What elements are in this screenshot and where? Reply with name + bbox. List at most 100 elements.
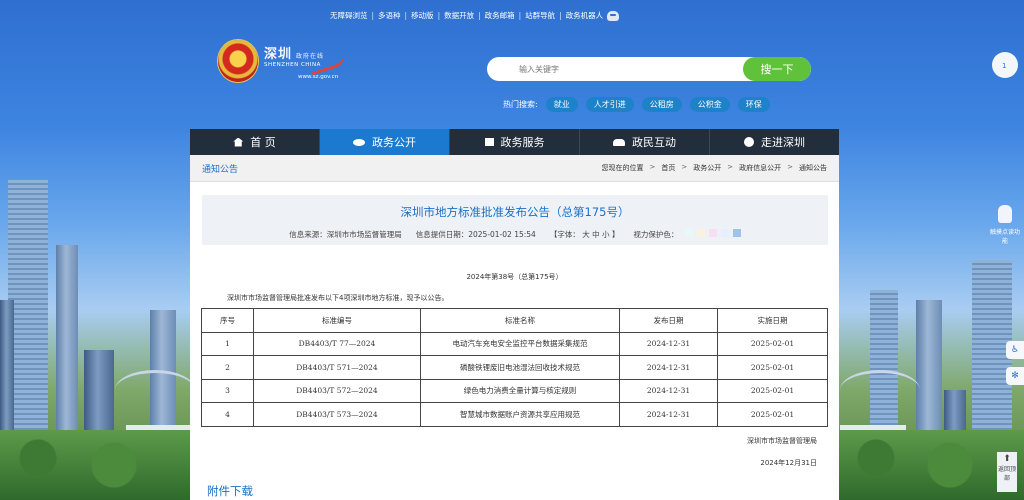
- link-accessibility[interactable]: 无障碍浏览: [330, 10, 368, 21]
- link-mobile[interactable]: 移动版: [411, 10, 434, 21]
- cell-name: 智慧城市数据账户资源共享应用规范: [420, 402, 620, 427]
- nav-about-shenzhen[interactable]: 走进深圳: [710, 129, 839, 155]
- cell-no: 4: [201, 402, 254, 427]
- nav-gov-service[interactable]: 政务服务: [450, 129, 580, 155]
- cell-release: 2024-12-31: [619, 355, 718, 380]
- sign-date: 2024年12月31日: [760, 459, 817, 467]
- nav-home[interactable]: 首 页: [190, 129, 320, 155]
- cell-name: 电动汽车充电安全监控平台数据采集规范: [420, 331, 620, 356]
- cell-no: 3: [201, 378, 254, 403]
- arrow-up-icon: ⬆: [1003, 454, 1011, 464]
- color-swatch-4[interactable]: [720, 229, 729, 237]
- color-swatch-5[interactable]: [732, 229, 741, 237]
- search-button[interactable]: 搜一下: [743, 57, 811, 81]
- hot-search: 热门搜索: 就业 人才引进 公租房 公积金 环保: [503, 97, 770, 112]
- back-to-top-label: 返回顶部: [997, 466, 1016, 482]
- nav-gov-affairs[interactable]: 政务公开: [320, 129, 450, 155]
- cell-name: 磷酸铁锂废旧电池湿法回收技术规范: [420, 355, 620, 380]
- nav-home-label: 首 页: [250, 136, 276, 149]
- doc-intro: 深圳市市场监督管理局批准发布以下4项深圳市地方标准，现予以公告。: [227, 294, 449, 302]
- hot-tag-talent[interactable]: 人才引进: [585, 97, 634, 112]
- attachment-download[interactable]: 附件下载: [207, 483, 253, 499]
- hand-icon: [998, 205, 1012, 223]
- crumb-home[interactable]: 首页: [661, 163, 675, 173]
- cell-effective: 2025-02-01: [717, 331, 828, 356]
- article-header: 深圳市地方标准批准发布公告（总第175号） 信息来源：深圳市市场监督管理局 信息…: [202, 195, 828, 245]
- cell-release: 2024-12-31: [619, 331, 718, 356]
- article-source: 信息来源：深圳市市场监督管理局: [289, 230, 402, 239]
- logo-url: www.sz.gov.cn: [298, 73, 339, 80]
- article-date: 信息提供日期：2025-01-02 15:54: [415, 230, 536, 239]
- link-languages[interactable]: 多语种: [378, 10, 401, 21]
- signature: 深圳市市场监督管理局: [747, 437, 817, 445]
- search-bar: 搜一下: [487, 57, 811, 81]
- nav-gov-service-label: 政务服务: [500, 136, 545, 149]
- section-title: 通知公告: [202, 164, 239, 175]
- hot-search-label: 热门搜索:: [503, 100, 538, 109]
- cell-no: 1: [201, 331, 254, 356]
- table-row: 2 DB4403/T 571—2024 磷酸铁锂废旧电池湿法回收技术规范 202…: [201, 355, 828, 380]
- font-size-control[interactable]: 【字体： 大 中 小 】: [550, 229, 620, 240]
- share-icon[interactable]: ✻: [1006, 367, 1024, 385]
- breadcrumb: 通知公告 您现在的位置 > 首页 > 政务公开 > 政府信息公开 > 通知公告: [190, 155, 839, 182]
- crumb-notices[interactable]: 通知公告: [799, 163, 827, 173]
- color-swatch-3[interactable]: [708, 229, 717, 237]
- back-to-top-button[interactable]: ⬆ 返回顶部: [997, 452, 1017, 492]
- header-name: 标准名称: [420, 308, 620, 333]
- site-logo[interactable]: 深圳 政府在线 SHENZHEN CHINA www.sz.gov.cn: [218, 40, 347, 82]
- logo-cn: 深圳: [264, 46, 293, 62]
- cell-code: DB4403/T 77—2024: [253, 331, 421, 356]
- link-gov-mail[interactable]: 政务邮箱: [485, 10, 515, 21]
- header-no: 序号: [201, 308, 254, 333]
- accessibility-icon[interactable]: ♿: [1006, 341, 1024, 359]
- cell-release: 2024-12-31: [619, 378, 718, 403]
- main-nav: 首 页 政务公开 政务服务 政民互动 走进深圳: [190, 129, 839, 155]
- nav-gov-affairs-label: 政务公开: [372, 136, 416, 149]
- link-open-data[interactable]: 数据开放: [444, 10, 474, 21]
- article-title: 深圳市地方标准批准发布公告（总第175号）: [400, 205, 630, 219]
- nav-about-shenzhen-label: 走进深圳: [761, 136, 805, 149]
- link-site-nav[interactable]: 站群导航: [525, 10, 555, 21]
- hot-tag-jobs[interactable]: 就业: [545, 97, 578, 112]
- cell-release: 2024-12-31: [619, 402, 718, 427]
- table-header-row: 序号 标准编号 标准名称 发布日期 实施日期: [201, 308, 828, 333]
- national-emblem-icon: [218, 40, 258, 82]
- link-gov-robot[interactable]: 政务机器人: [566, 10, 604, 21]
- cell-name: 绿色电力消费全量计算与核定规则: [420, 378, 620, 403]
- article-content: 深圳市地方标准批准发布公告（总第175号） 信息来源：深圳市市场监督管理局 信息…: [190, 182, 839, 500]
- cell-code: DB4403/T 571—2024: [253, 355, 421, 380]
- hot-tag-housing-fund[interactable]: 公积金: [689, 97, 730, 112]
- search-input[interactable]: [487, 57, 743, 81]
- cell-no: 2: [201, 355, 254, 380]
- cell-effective: 2025-02-01: [717, 378, 828, 403]
- top-links: 无障碍浏览 | 多语种 | 移动版 | 数据开放 | 政务邮箱 | 站群导航 | 政务机器人: [330, 10, 620, 21]
- nav-interaction-label: 政民互动: [632, 136, 676, 149]
- nav-interaction[interactable]: 政民互动: [580, 129, 710, 155]
- eye-icon: [353, 138, 365, 146]
- header-effective: 实施日期: [717, 308, 828, 333]
- hot-tag-public-housing[interactable]: 公租房: [641, 97, 682, 112]
- table-row: 4 DB4403/T 573—2024 智慧城市数据账户资源共享应用规范 202…: [201, 402, 828, 427]
- table-row: 1 DB4403/T 77—2024 电动汽车充电安全监控平台数据采集规范 20…: [201, 331, 828, 356]
- color-swatch-1[interactable]: [684, 229, 693, 237]
- robot-assistant-icon[interactable]: [992, 52, 1018, 78]
- touch-read-widget[interactable]: 触摸点读功能: [990, 205, 1020, 249]
- header-code: 标准编号: [253, 308, 421, 333]
- info-icon: [744, 137, 754, 147]
- logo-cn-small: 政府在线: [296, 52, 325, 60]
- people-icon: [613, 138, 625, 146]
- color-swatch-2[interactable]: [696, 229, 705, 237]
- standards-table: 序号 标准编号 标准名称 发布日期 实施日期 1 DB4403/T 77—202…: [201, 308, 828, 427]
- hot-tag-environment[interactable]: 环保: [737, 97, 770, 112]
- crumb-info-disclosure[interactable]: 政府信息公开: [739, 163, 781, 173]
- crumb-gov-affairs[interactable]: 政务公开: [693, 163, 721, 173]
- monitor-icon: [484, 138, 494, 146]
- home-icon: [233, 137, 244, 147]
- robot-icon[interactable]: [607, 10, 620, 21]
- header-release: 发布日期: [619, 308, 718, 333]
- cell-code: DB4403/T 573—2024: [253, 402, 421, 427]
- crumb-location-label: 您现在的位置: [601, 164, 644, 172]
- cell-effective: 2025-02-01: [717, 402, 828, 427]
- touch-read-label: 触摸点读功能: [990, 229, 1021, 245]
- table-row: 3 DB4403/T 572—2024 绿色电力消费全量计算与核定规则 2024…: [201, 378, 828, 403]
